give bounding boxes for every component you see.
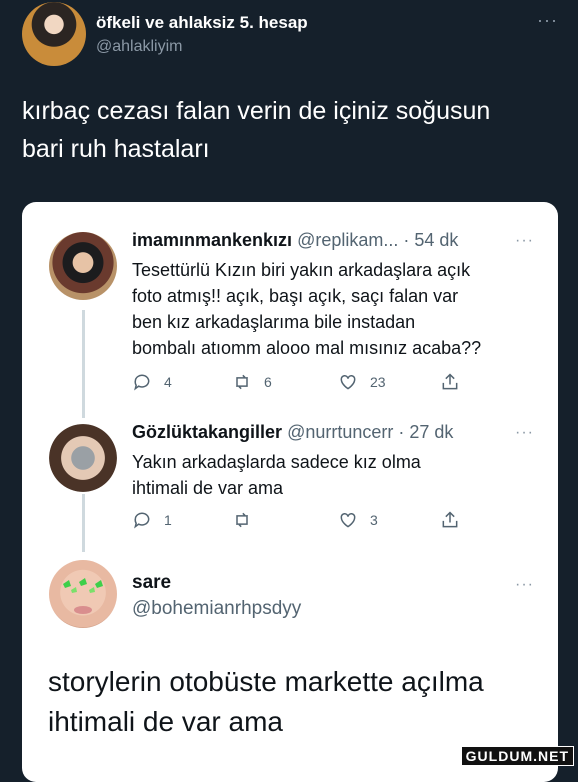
outer-tweet-header: öfkeli ve ahlaksiz 5. hesap @ahlakliyim … bbox=[22, 2, 562, 66]
avatar[interactable] bbox=[22, 2, 86, 66]
retweet-button[interactable]: 6 bbox=[232, 372, 272, 392]
author-name[interactable]: Gözlüktakangiller bbox=[132, 422, 282, 442]
share-icon bbox=[442, 511, 458, 528]
share-icon bbox=[442, 373, 458, 390]
more-icon[interactable]: ··· bbox=[515, 576, 534, 594]
thread-line bbox=[82, 310, 85, 418]
butterfly-sticker-icon bbox=[63, 578, 103, 614]
share-button[interactable] bbox=[440, 372, 460, 392]
author-handle[interactable]: @replikam... · 54 dk bbox=[297, 230, 458, 250]
more-icon[interactable]: ··· bbox=[537, 10, 558, 31]
retweet-icon bbox=[236, 374, 248, 390]
retweet-button[interactable] bbox=[232, 510, 264, 530]
tweet-text: Yakın arkadaşlarda sadece kız olma ihtim… bbox=[132, 452, 421, 498]
like-count: 3 bbox=[370, 512, 378, 528]
reply-icon bbox=[134, 374, 150, 391]
reply-icon bbox=[134, 512, 150, 529]
tweet-author-line[interactable]: imamınmankenkızı @replikam... · 54 dk bbox=[132, 230, 458, 251]
quoted-screenshot-card: imamınmankenkızı @replikam... · 54 dk ··… bbox=[22, 202, 558, 782]
tweet-text: storylerin otobüste markette açılma ihti… bbox=[48, 666, 484, 737]
avatar[interactable] bbox=[49, 424, 117, 492]
watermark: GULDUM.NET bbox=[460, 746, 574, 766]
tweet-text: Tesettürlü Kızın biri yakın arkadaşlara … bbox=[132, 260, 482, 358]
like-button[interactable]: 23 bbox=[338, 372, 386, 392]
tweet-author-line[interactable]: Gözlüktakangiller @nurrtuncerr · 27 dk bbox=[132, 422, 453, 443]
tweet-actions: 1 3 bbox=[132, 510, 462, 534]
author-handle[interactable]: @nurrtuncerr · 27 dk bbox=[287, 422, 453, 442]
avatar[interactable] bbox=[49, 560, 117, 628]
retweet-icon bbox=[236, 512, 248, 528]
tweet-text: kırbaç cezası falan verin de içiniz soğu… bbox=[22, 97, 491, 163]
reply-count: 1 bbox=[164, 512, 172, 528]
author-name[interactable]: öfkeli ve ahlaksiz 5. hesap bbox=[96, 13, 308, 33]
reply-count: 4 bbox=[164, 374, 172, 390]
retweet-count: 6 bbox=[264, 374, 272, 390]
more-icon[interactable]: ··· bbox=[515, 232, 534, 250]
author-handle[interactable]: @ahlakliyim bbox=[96, 38, 182, 56]
reply-button[interactable]: 4 bbox=[132, 372, 172, 392]
author-handle[interactable]: @bohemianrhpsdyy bbox=[132, 598, 301, 620]
share-button[interactable] bbox=[440, 510, 460, 530]
like-icon bbox=[340, 512, 356, 528]
author-name[interactable]: imamınmankenkızı bbox=[132, 230, 292, 250]
tweet-actions: 4 6 23 bbox=[132, 372, 462, 396]
author-name[interactable]: sare bbox=[132, 572, 171, 594]
avatar[interactable] bbox=[49, 232, 117, 300]
reply-button[interactable]: 1 bbox=[132, 510, 172, 530]
like-count: 23 bbox=[370, 374, 386, 390]
like-button[interactable]: 3 bbox=[338, 510, 378, 530]
more-icon[interactable]: ··· bbox=[515, 424, 534, 442]
thread-line bbox=[82, 494, 85, 552]
like-icon bbox=[340, 374, 356, 390]
